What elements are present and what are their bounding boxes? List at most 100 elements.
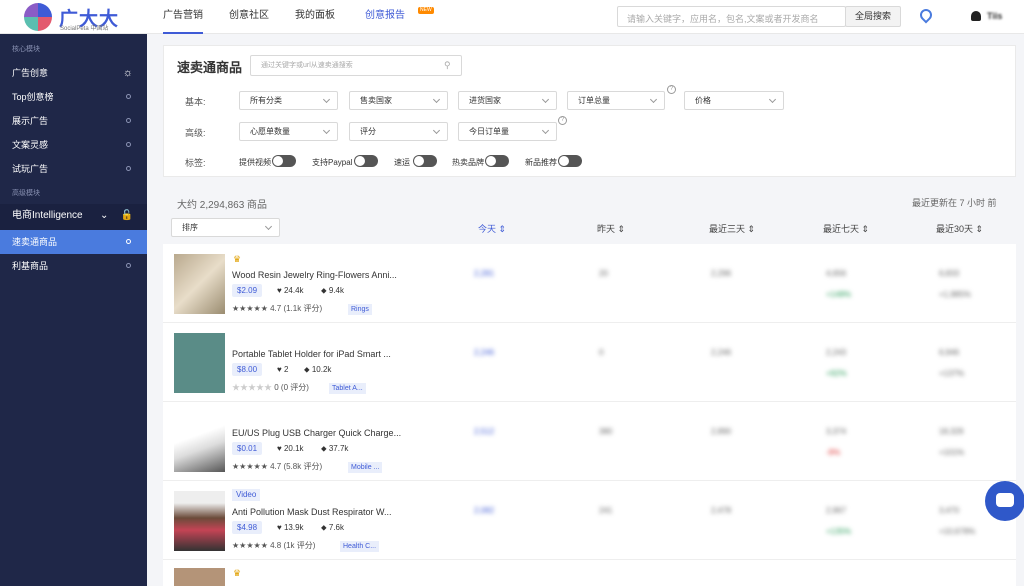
dot-icon: [126, 239, 131, 244]
sort-select[interactable]: 排序: [171, 218, 280, 237]
table-row[interactable]: Portable Tablet Holder for iPad Smart ..…: [163, 323, 1016, 402]
sell-country-select[interactable]: 售卖国家: [349, 91, 448, 110]
import-country-select[interactable]: 进货国家: [458, 91, 557, 110]
sidebar-item-copy-inspiration[interactable]: 文案灵感: [0, 133, 147, 157]
logo-icon[interactable]: [24, 3, 52, 31]
table-row[interactable]: Video Anti Pollution Mask Dust Respirato…: [163, 481, 1016, 560]
sidebar-item-top-creative[interactable]: Top创意榜: [0, 85, 147, 109]
logo-sub: SocialPeta 中国站: [60, 26, 109, 32]
nav-my-panel[interactable]: 我的面板: [295, 0, 335, 34]
nav-ad-marketing[interactable]: 广告营销: [163, 0, 203, 34]
nav-creative-community[interactable]: 创意社区: [229, 0, 269, 34]
category-tag[interactable]: Health C...: [340, 541, 380, 552]
7day-change: +148%: [826, 290, 852, 299]
tags-label: 标签:: [185, 158, 206, 168]
today-orders-select[interactable]: 今日订单量: [458, 122, 557, 141]
user-icon[interactable]: [971, 11, 981, 21]
product-thumbnail[interactable]: [174, 254, 225, 314]
wishlist-select[interactable]: 心愿单数量: [239, 122, 338, 141]
col-today[interactable]: 今天 ⇕: [478, 222, 506, 235]
table-row[interactable]: ♛ Wood Resin Jewelry Ring-Flowers Anni..…: [163, 244, 1016, 323]
col-7days[interactable]: 最近七天 ⇕: [823, 222, 869, 235]
paypal-toggle[interactable]: [354, 155, 378, 167]
30day-change: +101%: [939, 448, 965, 457]
sidebar: 核心模块 广告创意 ☼ Top创意榜 展示广告 文案灵感 试玩广告 高级模块 电商…: [0, 34, 147, 586]
chat-icon: [996, 493, 1014, 507]
crown-icon: ♛: [233, 568, 242, 578]
search-icon[interactable]: ⚲: [444, 60, 451, 71]
col-yesterday[interactable]: 昨天 ⇕: [597, 222, 625, 235]
heart-icon: ♥: [277, 286, 282, 295]
rating: ★★★★★ 0 (0 评分): [232, 383, 309, 392]
chevron-down-icon: [541, 126, 550, 135]
product-name[interactable]: Wood Resin Jewelry Ring-Flowers Anni...: [232, 270, 397, 280]
today-value: 2,246: [474, 348, 495, 357]
tag-icon: ⬥: [321, 523, 327, 532]
yesterday-value: 380: [599, 427, 613, 436]
category-tag[interactable]: Tablet A...: [329, 383, 366, 394]
chat-button[interactable]: [985, 481, 1024, 521]
video-badge: Video: [232, 489, 261, 501]
product-thumbnail[interactable]: [174, 412, 225, 472]
dot-icon: [126, 142, 131, 147]
item-label: 速卖通商品: [12, 237, 58, 247]
help-icon[interactable]: ?: [667, 85, 676, 94]
3day-value: 2,478: [711, 506, 732, 515]
user-name[interactable]: Tiis: [987, 11, 1002, 21]
30day-value: 6,946: [939, 348, 960, 357]
nav-creative-report[interactable]: 创意报告 NEW: [365, 0, 434, 34]
global-search-input[interactable]: 请输入关键字，应用名，包名,文案或者开发商名: [617, 6, 846, 27]
rating: ★★★★★ 4.7 (1.1k 评分): [232, 304, 323, 313]
likes-count: ♥ 24.4k: [277, 286, 304, 295]
30day-change: +10,678%: [939, 527, 976, 536]
chevron-down-icon: [322, 126, 331, 135]
product-thumbnail[interactable]: [174, 568, 225, 586]
heart-icon[interactable]: [917, 6, 935, 24]
product-table: ♛ Wood Resin Jewelry Ring-Flowers Anni..…: [163, 244, 1016, 586]
7day-change: -9%: [826, 448, 841, 457]
col-30days[interactable]: 最近30天 ⇕: [936, 222, 983, 235]
video-toggle[interactable]: [272, 155, 296, 167]
tag-icon: ⬥: [321, 286, 327, 295]
sidebar-group-ecommerce[interactable]: 电商Intelligence ⌄ 🔓: [0, 204, 147, 230]
product-thumbnail[interactable]: [174, 333, 225, 393]
table-row[interactable]: EU/US Plug USB Charger Quick Charge... $…: [163, 402, 1016, 481]
sidebar-item-niche[interactable]: 利基商品: [0, 254, 147, 278]
sort-icon: ⇕: [975, 224, 984, 234]
tag-icon: ⬥: [304, 365, 310, 374]
new-product-toggle[interactable]: [558, 155, 582, 167]
category-tag[interactable]: Mobile ...: [348, 462, 383, 473]
col-3days[interactable]: 最近三天 ⇕: [709, 222, 755, 235]
help-icon[interactable]: ?: [558, 116, 567, 125]
product-name[interactable]: Anti Pollution Mask Dust Respirator W...: [232, 507, 392, 517]
rating-text: 4.8 (1k 评分): [270, 541, 316, 550]
product-name[interactable]: Portable Tablet Holder for iPad Smart ..…: [232, 349, 391, 359]
core-section-label: 核心模块: [12, 46, 40, 53]
item-label: 文案灵感: [12, 140, 49, 150]
item-label: 利基商品: [12, 261, 49, 271]
chevron-down-icon: [322, 95, 331, 104]
sidebar-item-playable-ads[interactable]: 试玩广告: [0, 157, 147, 181]
sidebar-item-ad-creative[interactable]: 广告创意 ☼: [0, 61, 147, 85]
price-select[interactable]: 价格: [684, 91, 784, 110]
category-select[interactable]: 所有分类: [239, 91, 338, 110]
category-tag[interactable]: Rings: [348, 304, 372, 315]
sidebar-item-aliexpress[interactable]: 速卖通商品: [0, 230, 147, 254]
yesterday-value: 0: [599, 348, 604, 357]
fast-ship-toggle[interactable]: [413, 155, 437, 167]
col-label: 昨天: [597, 224, 616, 234]
hot-brand-toggle[interactable]: [485, 155, 509, 167]
sidebar-item-display-ads[interactable]: 展示广告: [0, 109, 147, 133]
rating-select[interactable]: 评分: [349, 122, 448, 141]
product-name[interactable]: EU/US Plug USB Charger Quick Charge...: [232, 428, 401, 438]
yesterday-value: 20: [599, 269, 608, 278]
product-search-input[interactable]: 通过关键字或url从速卖通搜索: [250, 55, 462, 76]
item-label: 展示广告: [12, 116, 49, 126]
heart-icon: ♥: [277, 444, 282, 453]
order-total-select[interactable]: 订单总量: [567, 91, 665, 110]
price-tag: $4.98: [232, 521, 263, 534]
product-thumbnail[interactable]: [174, 491, 225, 551]
today-value: 2,281: [474, 269, 495, 278]
global-search-button[interactable]: 全局搜索: [845, 6, 901, 27]
filter-panel: 速卖通商品 通过关键字或url从速卖通搜索 ⚲ 基本: 所有分类 售卖国家 进货…: [163, 45, 1016, 177]
